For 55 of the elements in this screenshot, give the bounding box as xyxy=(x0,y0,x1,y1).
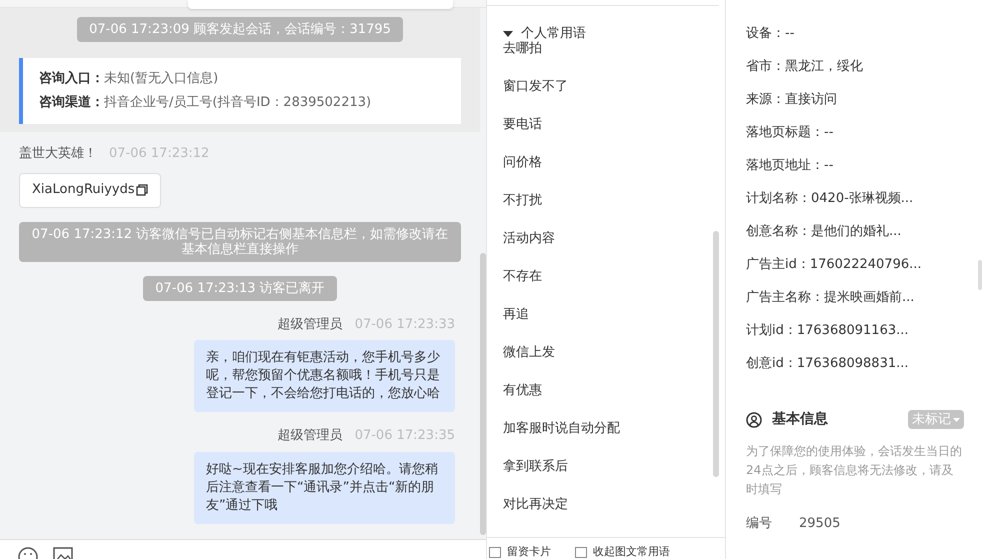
message-time: 07-06 17:23:33 xyxy=(354,316,455,334)
phrase-item[interactable]: 不打扰 xyxy=(503,193,713,208)
system-notice: 07-06 17:23:12 访客微信号已自动标记右侧基本信息栏，如需修改请在基本信息栏直接操作 xyxy=(19,222,461,262)
info-row: 创意名称：是他们的婚礼... xyxy=(746,224,902,239)
entry-value: 抖音企业号/员工号(抖音号ID：2839502213) xyxy=(104,94,372,112)
phrase-item[interactable]: 对比再决定 xyxy=(503,497,713,512)
phrase-item[interactable]: 加客服时说自动分配 xyxy=(503,421,713,436)
entry-label: 咨询入口： xyxy=(39,70,104,88)
option-label: 留资卡片 xyxy=(507,546,551,558)
copy-icon[interactable] xyxy=(136,184,148,196)
info-row: 落地页地址：-- xyxy=(746,158,834,173)
message-bubble: 好哒~现在安排客服加您介绍哈。请您稍后注意查看一下“通讯录”并点击“新的朋友”通过下哦 xyxy=(194,452,455,524)
section-title: 基本信息 xyxy=(772,410,828,429)
info-row: 广告主id：176022240796... xyxy=(746,257,922,272)
system-notice: 07-06 17:23:09 顾客发起会话，会话编号：31795 xyxy=(77,17,403,42)
sender-name: 超级管理员 xyxy=(278,316,343,334)
info-row: 计划名称：0420-张琳视频... xyxy=(746,191,914,206)
message-time: 07-06 17:23:35 xyxy=(354,427,455,445)
emoji-icon[interactable] xyxy=(18,547,38,559)
scrollbar xyxy=(978,260,982,290)
system-notice: 07-06 17:23:13 访客已离开 xyxy=(143,276,337,300)
info-row: 广告主名称：提米映画婚前... xyxy=(746,290,914,305)
info-row: 设备：-- xyxy=(746,26,794,41)
entry-label: 咨询渠道： xyxy=(39,94,104,112)
phrase-group-header[interactable]: 个人常用语 xyxy=(503,26,713,41)
caret-icon xyxy=(953,418,960,422)
message-time: 07-06 17:23:12 xyxy=(109,145,210,163)
phrase-item[interactable]: 去哪拍 xyxy=(503,41,713,56)
sender-name: 盖世大英雄！ xyxy=(19,145,97,163)
phrase-item[interactable]: 微信上发 xyxy=(503,345,713,360)
info-row: 计划id：176368091163... xyxy=(746,323,909,338)
user-icon xyxy=(746,412,762,428)
phrase-item[interactable]: 问价格 xyxy=(503,155,713,170)
phrase-item[interactable]: 不存在 xyxy=(503,269,713,284)
phrase-item[interactable]: 有优惠 xyxy=(503,383,713,398)
phrase-item[interactable]: 再追 xyxy=(503,307,713,322)
image-icon[interactable] xyxy=(53,547,73,559)
info-row: 省市：黑龙江，绥化 xyxy=(746,59,863,74)
info-row: 来源：直接访问 xyxy=(746,92,837,107)
phrase-item[interactable]: 窗口发不了 xyxy=(503,79,713,94)
message-text: XiaLongRuiyyds xyxy=(32,181,135,200)
checkbox[interactable] xyxy=(575,546,587,558)
phrase-item[interactable]: 拿到联系后 xyxy=(503,459,713,474)
field-value: 29505 xyxy=(799,515,840,533)
option-label: 收起图文常用语 xyxy=(593,546,670,558)
info-row: 落地页标题：-- xyxy=(746,125,834,140)
info-row: 创意id：176368098831... xyxy=(746,356,909,371)
phrase-item[interactable]: 活动内容 xyxy=(503,231,713,246)
message-bubble: 亲，咱们现在有钜惠活动，您手机号多少呢，帮您预留个优惠名额哦！手机号只是登记一下，不会给您打电话的，您放心哈 xyxy=(194,340,455,412)
entry-value: 未知(暂无入口信息) xyxy=(104,70,218,88)
phrase-item[interactable]: 要电话 xyxy=(503,117,713,132)
notice-text: 为了保障您的使用体验，会话发生当日的24点之后，顾客信息将无法修改，请及时填写 xyxy=(746,443,963,498)
checkbox[interactable] xyxy=(489,546,501,558)
field-label: 编号 xyxy=(746,515,773,533)
sender-name: 超级管理员 xyxy=(278,427,343,445)
